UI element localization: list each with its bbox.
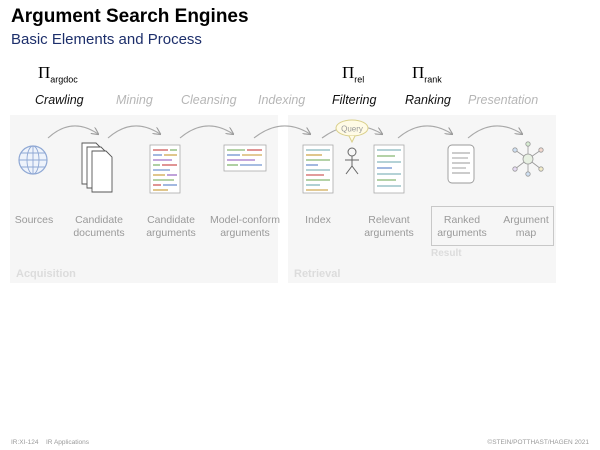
globe-icon [18,145,48,175]
label-candidate-documents: Candidate documents [73,214,125,239]
arrow-presentation [467,125,522,139]
arrow-mining [107,125,160,139]
relevant-arguments-doc-icon [373,144,405,194]
query-label: Query [341,125,363,134]
document-stack-icon [81,142,113,193]
model-conform-doc-icon [223,144,267,172]
ranked-arguments-icon [447,144,475,184]
argument-map-icon [512,141,544,177]
label-argument-map: Argument map [503,214,549,239]
arrow-indexing [253,125,310,139]
footer-topic: IR Applications [46,439,89,446]
process-arrows [47,125,522,139]
label-sources: Sources [14,214,54,226]
label-candidate-arguments: Candidate arguments [146,214,196,239]
label-index: Index [305,214,331,226]
candidate-arguments-doc-icon [149,144,181,194]
user-icon [345,147,359,175]
index-doc-icon [302,144,334,194]
label-ranked-arguments: Ranked arguments [437,214,487,239]
arrow-crawling [47,125,98,139]
label-model-conform-arguments: Model-conform arguments [209,214,281,239]
footer-slide-code: IR:XI-124 [11,439,39,446]
arrow-cleansing [179,125,233,139]
arrow-ranking [397,125,452,139]
label-relevant-arguments: Relevant arguments [364,214,414,239]
footer-copyright: ©STEIN/POTTHAST/HAGEN 2021 [487,439,589,446]
